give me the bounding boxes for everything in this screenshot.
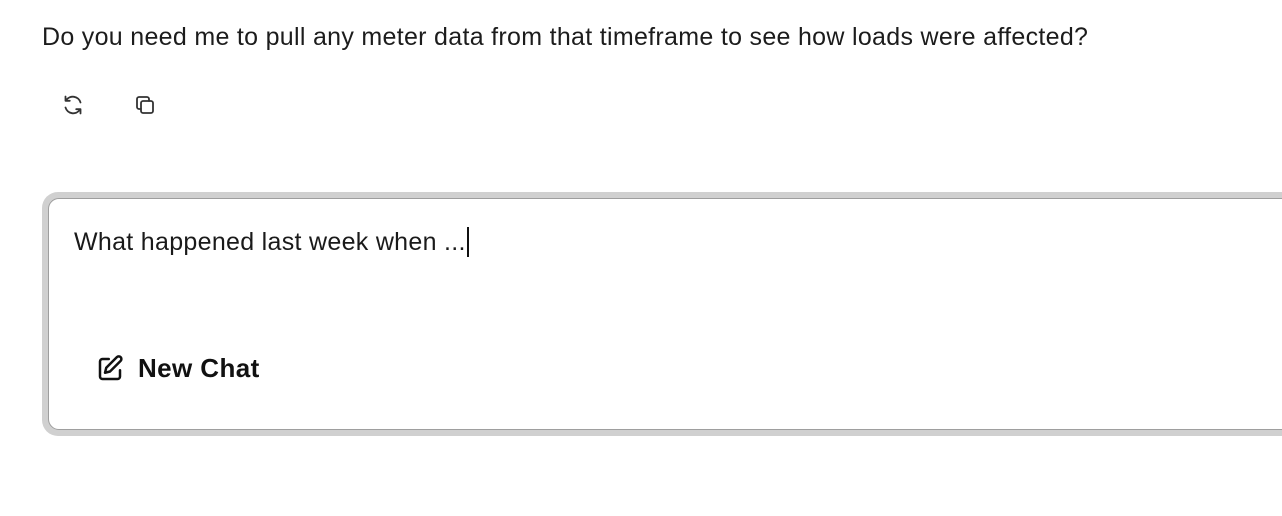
composer[interactable]: What happened last week when ... New Cha… [48, 198, 1282, 430]
assistant-message-text: Do you need me to pull any meter data fr… [42, 23, 1089, 51]
message-input-text: What happened last week when ... [74, 228, 466, 256]
text-caret [466, 227, 469, 257]
composer-focus-ring: What happened last week when ... New Cha… [42, 192, 1282, 436]
new-chat-label: New Chat [138, 353, 260, 383]
regenerate-button[interactable] [56, 88, 90, 122]
copy-icon [133, 93, 157, 117]
edit-icon [95, 354, 125, 384]
message-input[interactable]: What happened last week when ... [74, 225, 469, 259]
chat-page: Do you need me to pull any meter data fr… [0, 0, 1282, 516]
copy-button[interactable] [128, 88, 162, 122]
refresh-icon [61, 93, 85, 117]
new-chat-button[interactable]: New Chat [95, 353, 260, 384]
